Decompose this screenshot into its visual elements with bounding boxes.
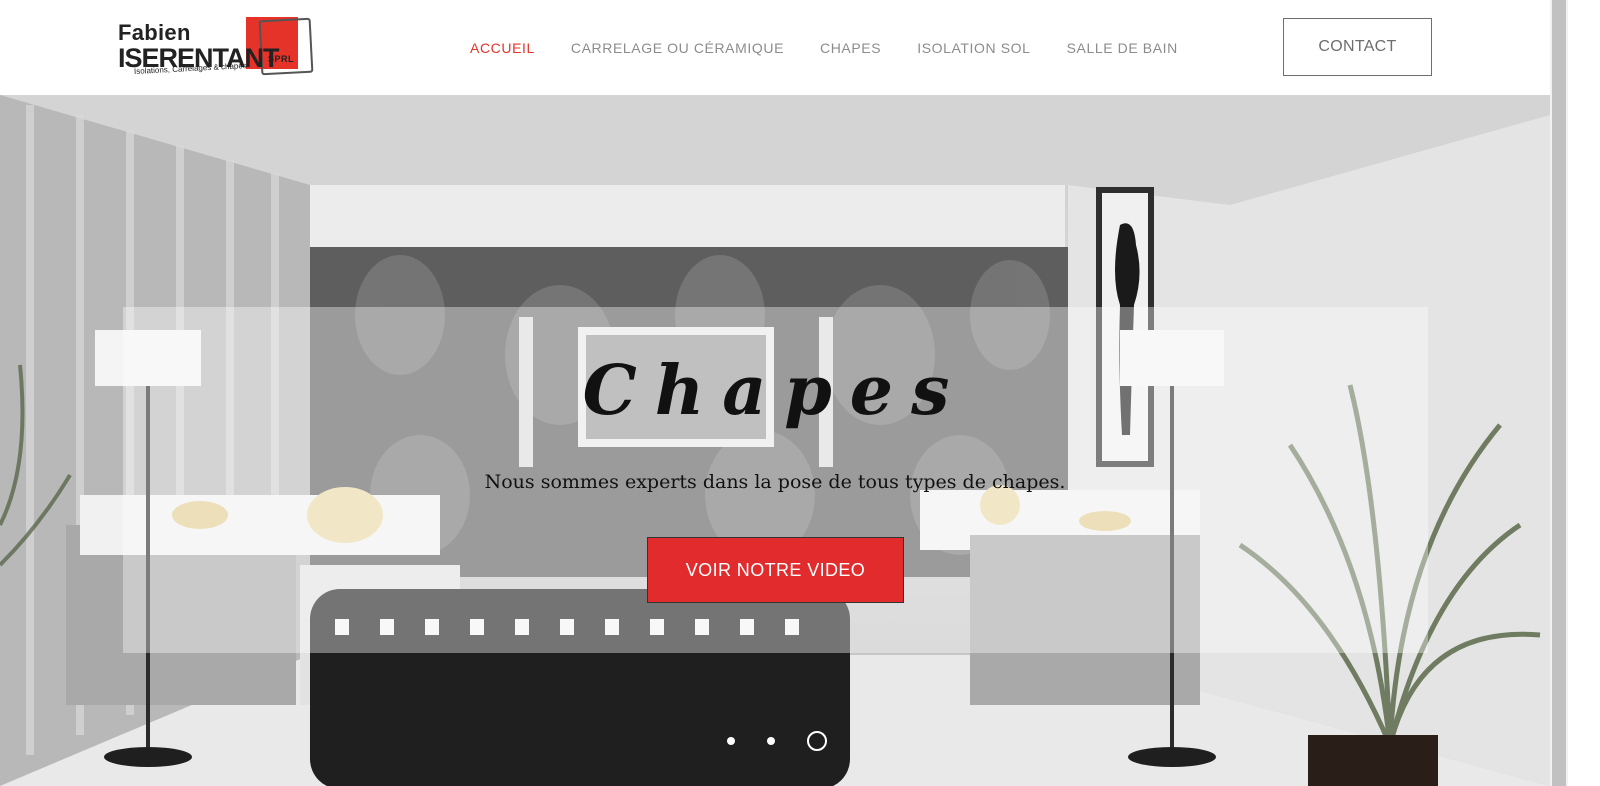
site-logo[interactable]: Fabien ISERENTANT SPRL Isolations, Carre…	[116, 14, 316, 80]
nav-item-accueil[interactable]: ACCUEIL	[470, 40, 535, 56]
site-header: Fabien ISERENTANT SPRL Isolations, Carre…	[0, 0, 1550, 95]
slider-dot-3[interactable]	[807, 731, 827, 751]
watch-video-button[interactable]: VOIR NOTRE VIDEO	[647, 537, 904, 603]
contact-button[interactable]: CONTACT	[1283, 18, 1432, 76]
nav-item-isolation-sol[interactable]: ISOLATION SOL	[917, 40, 1030, 56]
slider-dot-1[interactable]	[727, 737, 735, 745]
hero-subtitle: Nous sommes experts dans la pose de tous…	[484, 471, 1066, 493]
nav-item-chapes[interactable]: CHAPES	[820, 40, 881, 56]
scrollbar-thumb[interactable]	[1552, 0, 1566, 786]
hero-title: Chapes	[582, 351, 968, 431]
hero-slider: Chapes Nous sommes experts dans la pose …	[0, 95, 1550, 786]
main-nav: ACCUEIL CARRELAGE OU CÉRAMIQUE CHAPES IS…	[470, 40, 1214, 56]
slider-dot-2[interactable]	[767, 737, 775, 745]
nav-item-carrelage[interactable]: CARRELAGE OU CÉRAMIQUE	[571, 40, 784, 56]
nav-item-salle-de-bain[interactable]: SALLE DE BAIN	[1067, 40, 1178, 56]
logo-suffix: SPRL	[268, 54, 295, 64]
slider-dots	[727, 731, 827, 751]
